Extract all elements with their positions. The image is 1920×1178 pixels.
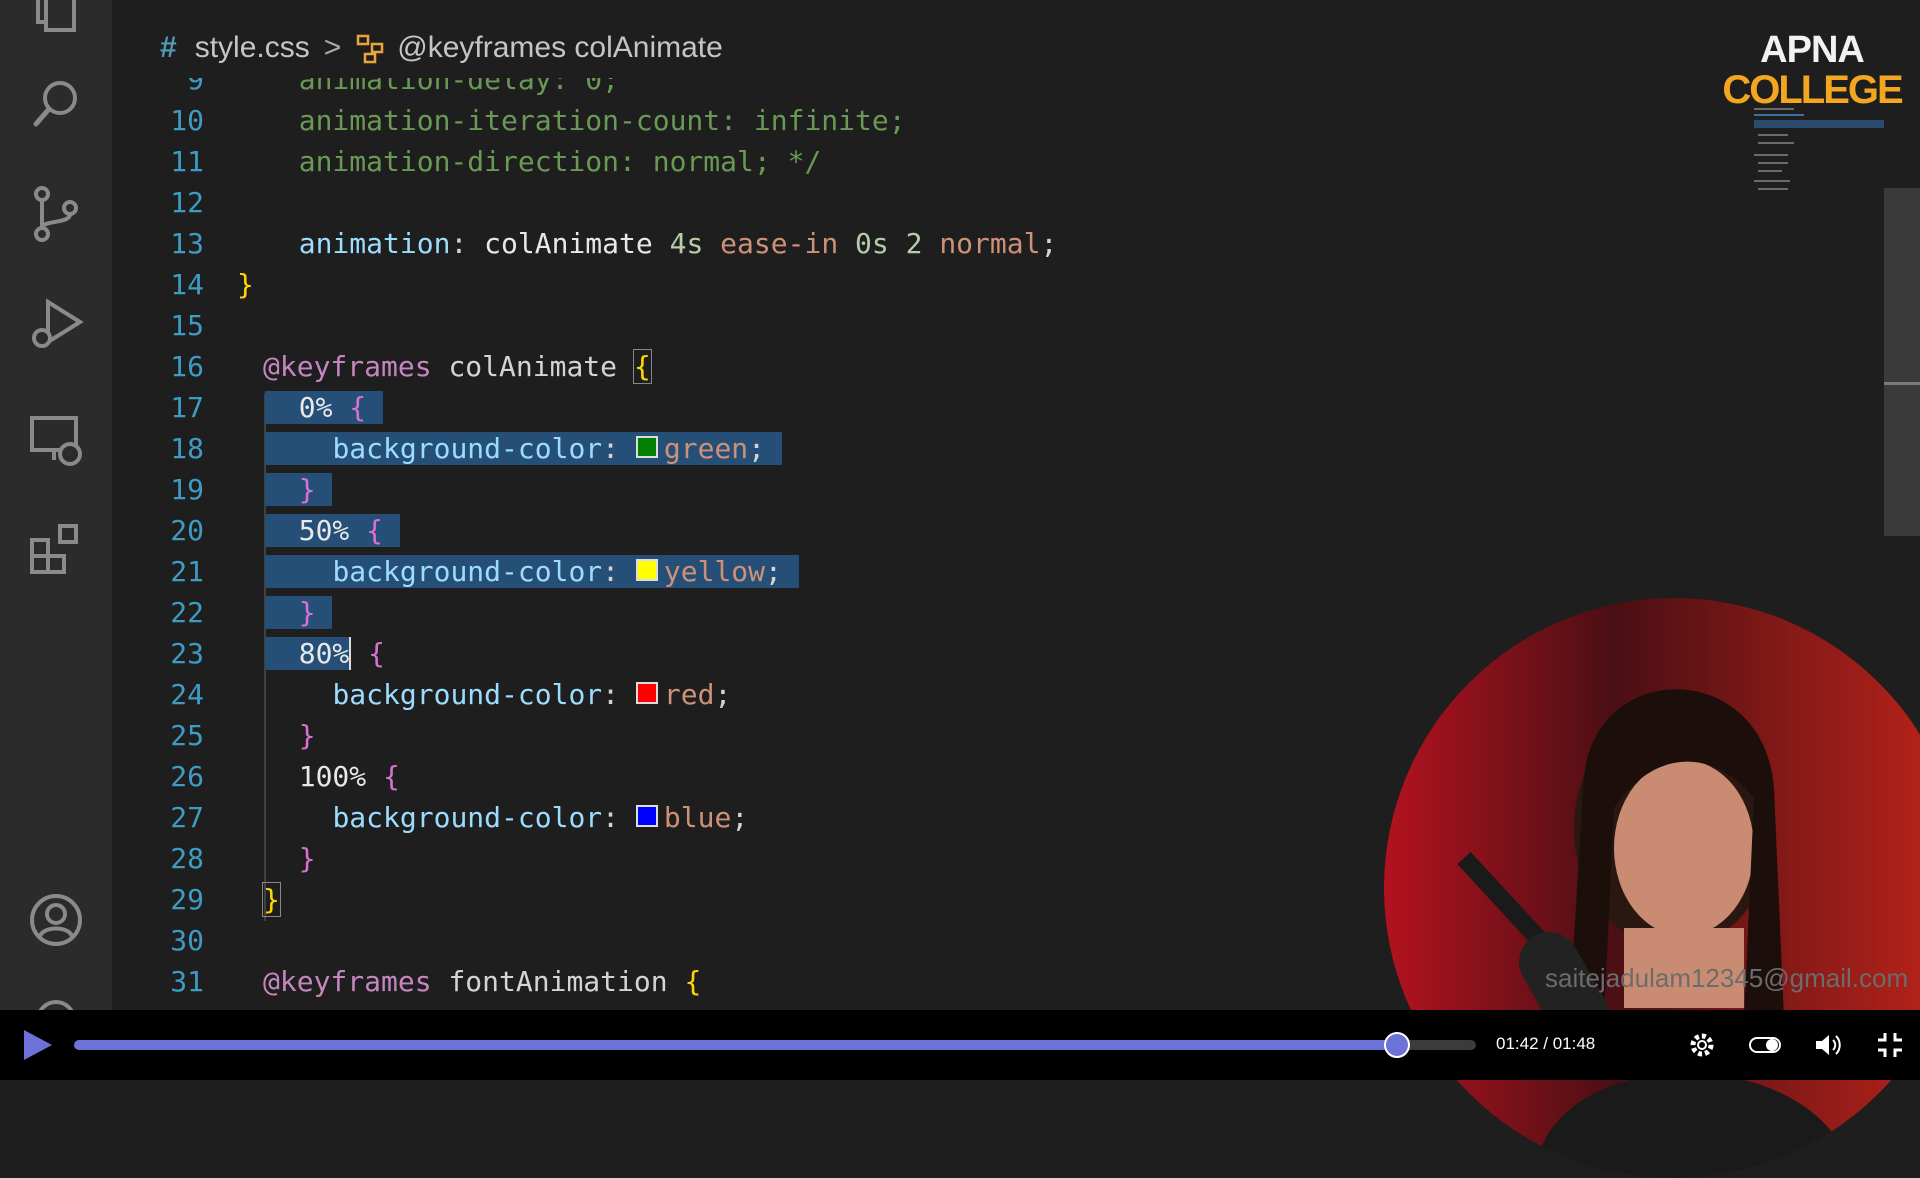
breadcrumb-symbol[interactable]: @keyframes colAnimate	[397, 31, 723, 65]
code-line: 18 background-color: green;	[112, 428, 1812, 469]
search-icon[interactable]	[24, 72, 88, 136]
progress-knob[interactable]	[1384, 1032, 1410, 1058]
breadcrumb: # style.css > @keyframes colAnimate	[112, 18, 1920, 78]
settings-icon[interactable]	[24, 990, 88, 1010]
remote-explorer-icon[interactable]	[24, 408, 88, 472]
minimap[interactable]	[1750, 100, 1884, 200]
playback-speed-icon[interactable]	[1748, 1030, 1782, 1060]
code-line: 12	[170, 186, 204, 219]
code-line: 15	[170, 309, 204, 342]
color-swatch-blue[interactable]	[635, 805, 658, 827]
source-control-icon[interactable]	[24, 182, 88, 246]
scrollbar-marker	[1884, 382, 1920, 385]
time-display: 01:42 / 01:48	[1496, 1034, 1596, 1053]
watermark-email: saitejadulam12345@gmail.com	[1545, 963, 1909, 993]
play-icon[interactable]	[20, 1028, 54, 1062]
code-line: 16 @keyframes colAnimate {	[170, 349, 652, 384]
code-line: 14}	[170, 268, 254, 301]
breadcrumb-separator: >	[323, 31, 342, 64]
keyframes-symbol-icon	[357, 34, 384, 64]
settings-icon[interactable]	[1687, 1030, 1717, 1060]
activity-bar	[0, 0, 112, 1010]
code-line: 11 animation-direction: normal; */	[170, 145, 822, 178]
channel-logo: APNA COLLEGE	[1722, 29, 1903, 112]
color-swatch-red[interactable]	[635, 682, 658, 704]
code-line: 9 animation-delay: 0;	[187, 78, 620, 96]
code-line: 13 animation: colAnimate 4s ease-in 0s 2…	[170, 227, 1058, 260]
code-line: 10 animation-iteration-count: infinite;	[170, 104, 906, 137]
code-line: 20 50% {	[112, 510, 1812, 551]
color-swatch-green[interactable]	[635, 436, 658, 458]
editor-scrollbar[interactable]	[1884, 188, 1920, 536]
css-file-icon: #	[160, 31, 177, 64]
color-swatch-yellow[interactable]	[635, 559, 658, 581]
code-line: 21 background-color: yellow;	[112, 551, 1812, 592]
breadcrumb-file[interactable]: style.css	[195, 31, 310, 65]
progress-played	[74, 1040, 1397, 1050]
code-line: 19 }	[112, 469, 1812, 510]
run-debug-icon[interactable]	[24, 292, 88, 356]
volume-icon[interactable]	[1813, 1030, 1843, 1060]
explorer-icon[interactable]	[24, 0, 88, 42]
exit-fullscreen-icon[interactable]	[1875, 1030, 1905, 1060]
code-line: 17 0% {	[112, 387, 1812, 428]
extensions-icon[interactable]	[24, 516, 88, 580]
account-icon[interactable]	[24, 888, 88, 952]
